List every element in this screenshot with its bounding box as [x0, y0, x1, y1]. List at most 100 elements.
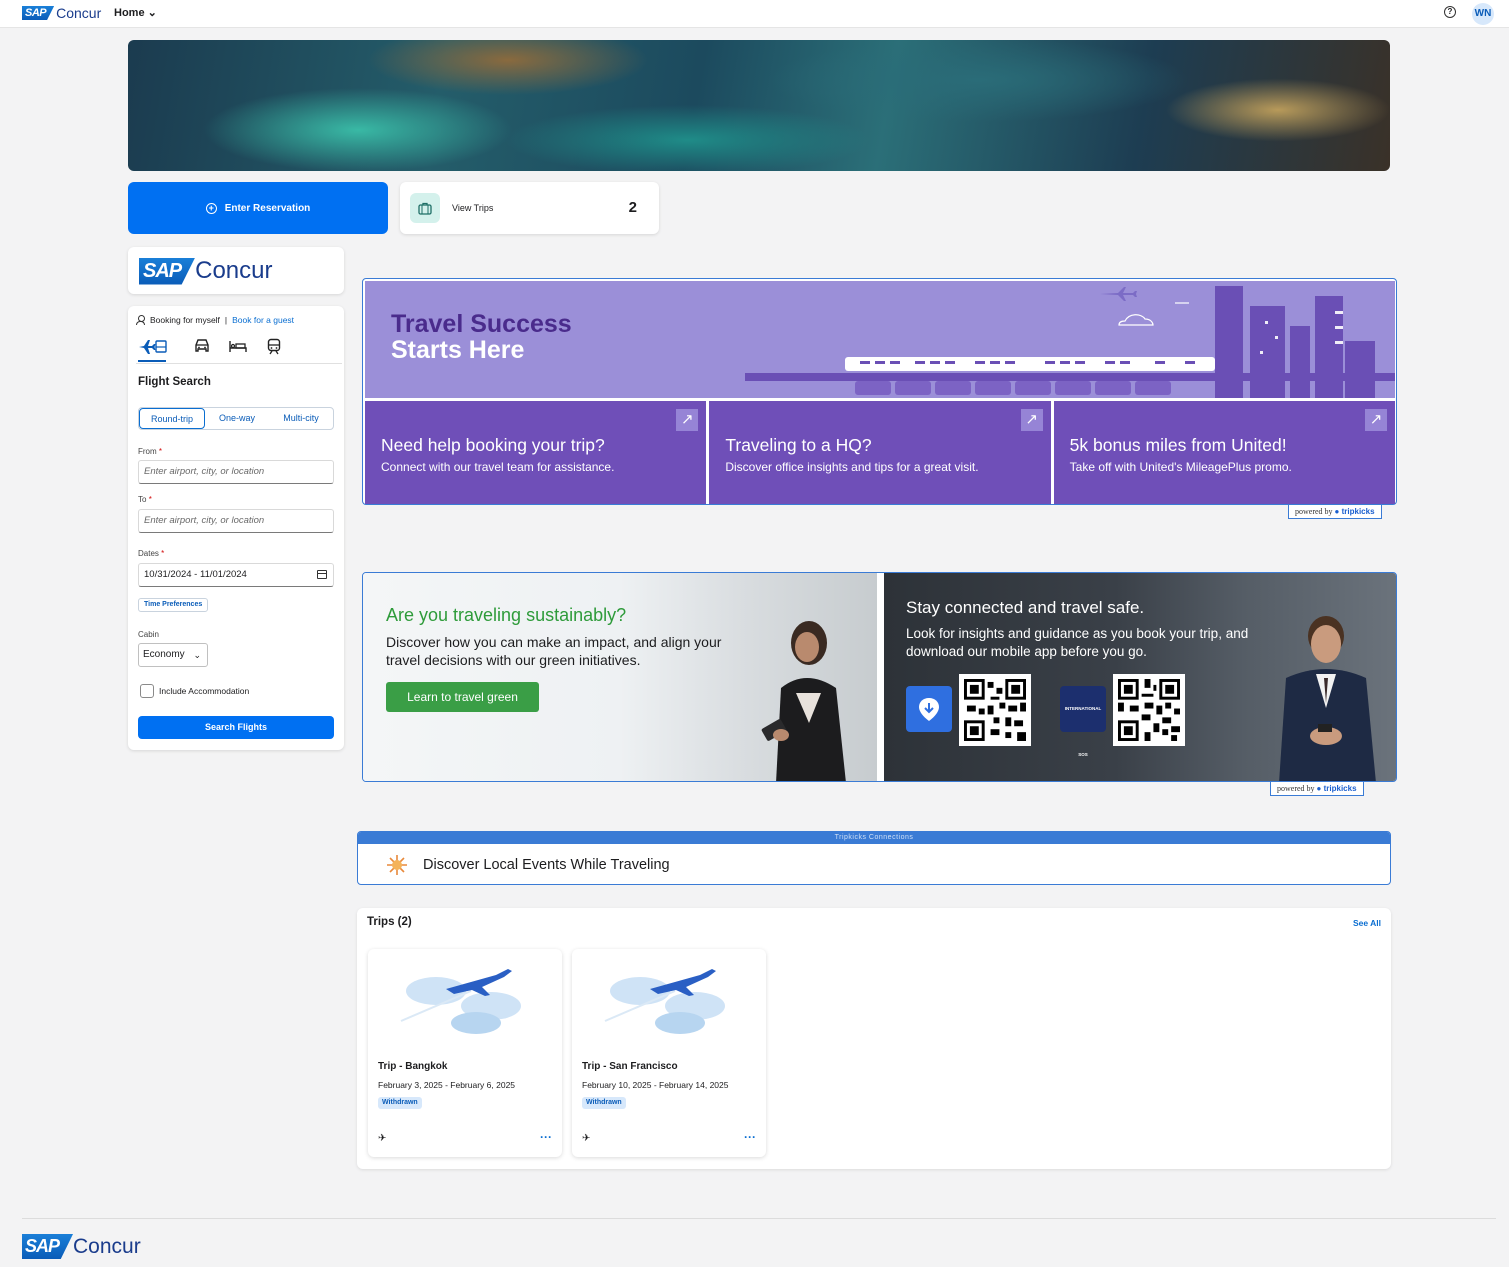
- international-sos-icon[interactable]: INTERNATIONAL SOS: [1060, 686, 1106, 757]
- trips-section: Trips (2) See All Trip - Bangkok Februar…: [357, 908, 1391, 1169]
- promo-title-line1: Travel Success: [391, 310, 572, 338]
- trip-dates: February 10, 2025 - February 14, 2025: [582, 1080, 729, 1090]
- mobile-app-icon[interactable]: [906, 686, 952, 732]
- car-tab[interactable]: [188, 338, 216, 362]
- sos-qr-code: [1113, 674, 1185, 746]
- concur-wordmark: Concur: [56, 5, 102, 21]
- suitcase-icon: [410, 193, 440, 223]
- book-for-guest-link[interactable]: Book for a guest: [232, 315, 294, 325]
- sap-logo-mark: SAP: [139, 257, 196, 285]
- tile-subtitle: Take off with United's MileagePlus promo…: [1069, 460, 1292, 474]
- promo-title-line2: Starts Here: [391, 336, 525, 364]
- booking-for-myself[interactable]: Booking for myself: [150, 315, 220, 325]
- powered-by-label: powered by: [1295, 507, 1333, 516]
- learn-travel-green-button[interactable]: Learn to travel green: [386, 682, 539, 712]
- promo-tiles: ↗ Need help booking your trip? Connect w…: [365, 401, 1395, 504]
- one-way-option[interactable]: One-way: [205, 408, 269, 429]
- tripkicks-logo: ● tripkicks: [1316, 784, 1357, 793]
- brand-card: SAP Concur: [128, 247, 344, 294]
- qr-code-image: [964, 679, 1026, 741]
- trip-type-toggle: Round-trip One-way Multi-city: [138, 407, 334, 430]
- connections-bar: Tripkicks Connections: [358, 832, 1390, 844]
- more-options-button[interactable]: ···: [744, 1130, 756, 1144]
- top-bar: SAP Concur Home ⌄ ? WN: [0, 0, 1509, 28]
- promo-title: Travel Success Starts Here: [391, 311, 572, 363]
- person-icon: [136, 315, 145, 325]
- to-label: To *: [138, 495, 152, 504]
- tripkicks-logo: ● tripkicks: [1334, 507, 1375, 516]
- help-icon[interactable]: ?: [1444, 6, 1456, 18]
- external-link-icon: ↗: [1364, 409, 1387, 431]
- powered-by-label: powered by: [1277, 784, 1315, 793]
- man-with-phone-photo: [1279, 616, 1376, 781]
- view-trips-card[interactable]: View Trips 2: [400, 182, 659, 234]
- hotel-icon: [229, 341, 247, 352]
- sap-concur-logo[interactable]: SAP Concur: [22, 5, 101, 21]
- concur-wordmark: Concur: [73, 1234, 141, 1258]
- dates-input[interactable]: 10/31/2024 - 11/01/2024: [138, 563, 334, 587]
- tile-title: Traveling to a HQ?: [725, 435, 872, 455]
- cabin-label: Cabin: [138, 630, 159, 639]
- promo-tile-hq[interactable]: ↗ Traveling to a HQ? Discover office ins…: [709, 401, 1051, 504]
- more-options-button[interactable]: ···: [540, 1130, 552, 1144]
- discover-local-events-link[interactable]: Discover Local Events While Traveling: [423, 857, 670, 873]
- view-trips-count: 2: [628, 199, 637, 216]
- view-trips-label: View Trips: [452, 203, 494, 213]
- footer-logo: SAP Concur: [22, 1234, 141, 1259]
- sustainability-panel: Are you traveling sustainably? Discover …: [363, 573, 877, 781]
- booking-type-tabs: [136, 338, 342, 364]
- time-preferences-button[interactable]: Time Preferences: [138, 598, 209, 612]
- calendar-icon[interactable]: [317, 570, 327, 579]
- powered-by-tripkicks[interactable]: powered by ● tripkicks: [1288, 505, 1382, 519]
- tripkicks-connections[interactable]: Tripkicks Connections Discover Local Eve…: [357, 831, 1391, 885]
- to-input[interactable]: Enter airport, city, or location: [138, 509, 334, 533]
- promo-tile-united[interactable]: ↗ 5k bonus miles from United! Take off w…: [1053, 401, 1395, 504]
- trip-dates: February 3, 2025 - February 6, 2025: [378, 1080, 516, 1090]
- trip-name: Trip - Bangkok: [378, 1061, 448, 1072]
- tile-title: Need help booking your trip?: [381, 435, 605, 455]
- sap-logo-mark: SAP: [22, 6, 55, 20]
- airplane-icon: ✈: [378, 1133, 387, 1144]
- footer-divider: [22, 1218, 1496, 1219]
- separator: |: [224, 315, 228, 325]
- concur-wordmark: Concur: [195, 257, 273, 284]
- cabin-value: Economy: [143, 649, 185, 660]
- home-menu[interactable]: Home ⌄: [114, 6, 157, 19]
- promo-tile-booking-help[interactable]: ↗ Need help booking your trip? Connect w…: [365, 401, 707, 504]
- travel-success-promo: Travel Success Starts Here ↗ Need help b…: [362, 278, 1397, 505]
- round-trip-option[interactable]: Round-trip: [139, 408, 205, 429]
- car-icon: [195, 339, 209, 352]
- train-tab[interactable]: [260, 338, 288, 362]
- hotel-tab[interactable]: [224, 338, 252, 362]
- from-label: From *: [138, 447, 163, 456]
- powered-by-tripkicks[interactable]: powered by ● tripkicks: [1270, 782, 1364, 796]
- sustainability-text: Discover how you can make an impact, and…: [386, 634, 722, 668]
- tile-subtitle: Discover office insights and tips for a …: [725, 460, 979, 474]
- hero-banner-image: [128, 40, 1390, 171]
- multi-city-option[interactable]: Multi-city: [269, 408, 333, 429]
- safety-title: Stay connected and travel safe.: [906, 598, 1145, 617]
- dates-value: 10/31/2024 - 11/01/2024: [144, 569, 247, 580]
- from-input[interactable]: Enter airport, city, or location: [138, 460, 334, 484]
- chevron-down-icon: ⌄: [147, 7, 157, 19]
- home-menu-label: Home: [114, 7, 145, 19]
- enter-reservation-button[interactable]: + Enter Reservation: [128, 182, 388, 234]
- user-avatar[interactable]: WN: [1472, 3, 1494, 25]
- trip-card[interactable]: Trip - San Francisco February 10, 2025 -…: [572, 949, 766, 1157]
- travel-success-banner: Travel Success Starts Here: [365, 281, 1395, 398]
- external-link-icon: ↗: [1020, 409, 1043, 431]
- local-events-icon: [387, 855, 407, 875]
- booking-for-selector: Booking for myself | Book for a guest: [136, 315, 294, 325]
- sustainability-title: Are you traveling sustainably?: [386, 605, 627, 625]
- trip-card[interactable]: Trip - Bangkok February 3, 2025 - Februa…: [368, 949, 562, 1157]
- cabin-select[interactable]: Economy ⌄: [138, 643, 208, 667]
- include-accommodation-checkbox[interactable]: [140, 684, 154, 698]
- dates-label: Dates *: [138, 549, 165, 558]
- include-accommodation-label: Include Accommodation: [159, 686, 250, 696]
- flight-hotel-tab[interactable]: [138, 338, 167, 362]
- safety-panel: Stay connected and travel safe. Look for…: [884, 573, 1396, 781]
- search-flights-button[interactable]: Search Flights: [138, 716, 334, 739]
- tile-subtitle: Connect with our travel team for assista…: [381, 460, 615, 474]
- see-all-link[interactable]: See All: [1353, 918, 1381, 928]
- trip-name: Trip - San Francisco: [582, 1061, 678, 1072]
